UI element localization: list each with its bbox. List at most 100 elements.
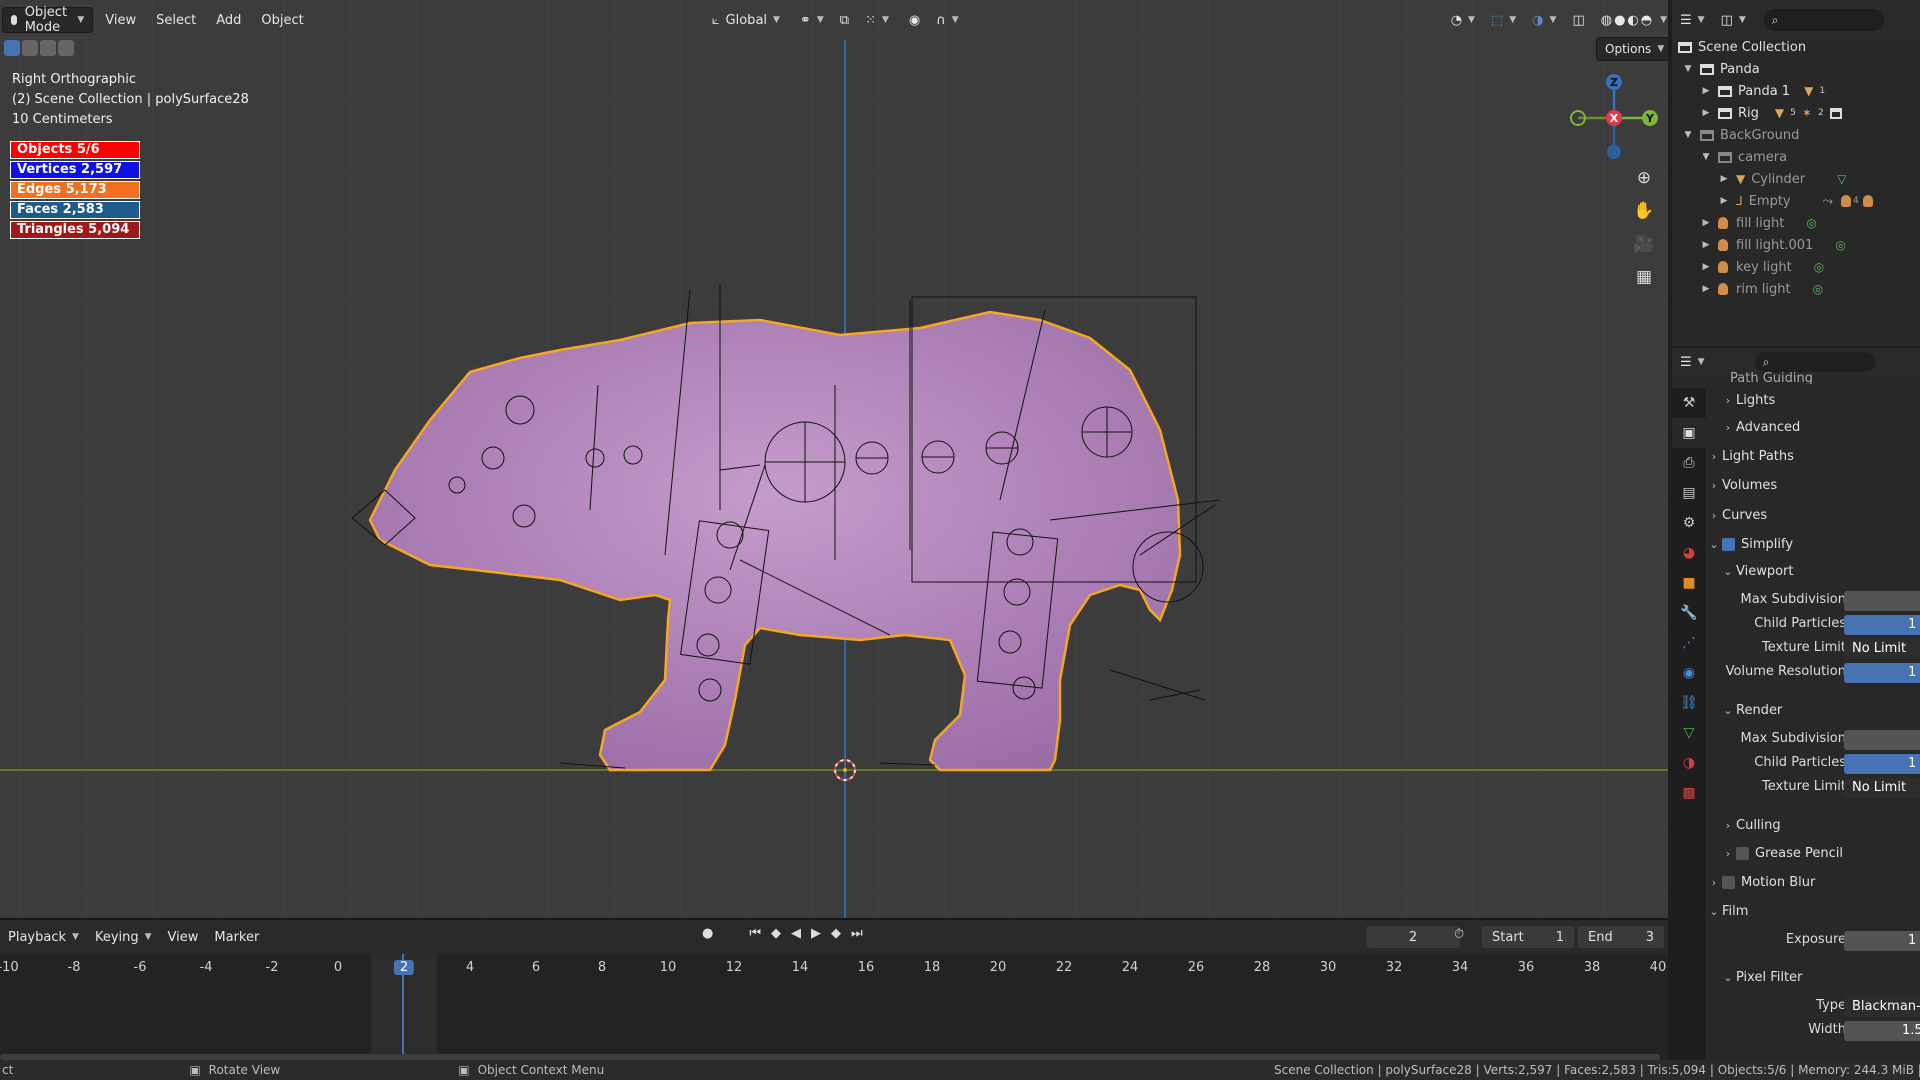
outliner-row-camera[interactable]: ▼ camera (1672, 146, 1920, 168)
panel-advanced[interactable]: › Advanced (1706, 415, 1920, 439)
outliner-row-fill-light[interactable]: ▶ fill light ◎ (1672, 212, 1920, 234)
modifier-tab-icon[interactable]: 🔧 (1672, 598, 1706, 628)
data-tab-icon[interactable]: ▽ (1672, 718, 1706, 748)
expand-right-icon[interactable]: ▶ (1718, 174, 1730, 184)
expand-down-icon[interactable]: ▼ (1682, 130, 1694, 140)
menu-view[interactable]: View (97, 7, 144, 33)
properties-search[interactable]: ⌕ (1754, 352, 1875, 372)
visibility-icon[interactable]: ◔ ▼ (1443, 7, 1483, 33)
navigation-gizmo[interactable]: Z Y X (1562, 70, 1662, 170)
expand-right-icon[interactable]: ▶ (1700, 108, 1712, 118)
expand-right-icon[interactable]: ▶ (1700, 86, 1712, 96)
menu-object[interactable]: Object (253, 7, 311, 33)
select-subtract-icon[interactable] (40, 40, 56, 56)
outliner-row-panda1[interactable]: ▶ Panda 1 ▼ 1 (1672, 80, 1920, 102)
outliner-panel[interactable]: ☰ ▼ ◫ ▼ ⌕ Scene Collection ▼ Panda ▶ Panda 1… (1672, 0, 1920, 346)
simplify-checkbox[interactable] (1722, 537, 1735, 551)
render-child-particles-slider[interactable]: 1 (1844, 754, 1920, 774)
world-tab-icon[interactable]: ◕ (1672, 538, 1706, 568)
pivot-point-icon[interactable]: ⚭ ▼ (792, 7, 832, 33)
expand-right-icon[interactable]: ▶ (1700, 218, 1712, 228)
expand-down-icon[interactable]: ▼ (1700, 152, 1712, 162)
gizmo-toggle-icon[interactable]: ⬚ ▼ (1483, 7, 1524, 33)
transform-orientation-dropdown[interactable]: ⟀ Global ▼ (704, 7, 788, 33)
outliner-row-scene-collection[interactable]: Scene Collection (1672, 36, 1920, 58)
proportional-edit-icon[interactable]: ◉ (901, 7, 928, 33)
grid-perspective-icon[interactable]: ▦ (1631, 264, 1657, 290)
view-layer-tab-icon[interactable]: ▤ (1672, 478, 1706, 508)
outliner-row-background[interactable]: ▼ BackGround (1672, 124, 1920, 146)
object-tab-icon[interactable]: ■ (1672, 568, 1706, 598)
expand-right-icon[interactable]: ▶ (1718, 196, 1730, 206)
frame-ruler[interactable]: -10-8-6-4-202468101214161820222426283032… (0, 920, 1668, 990)
texture-tab-icon[interactable]: ▩ (1672, 778, 1706, 808)
outliner-row-rim-light[interactable]: ▶ rim light ◎ (1672, 278, 1920, 300)
expand-right-icon[interactable]: ▶ (1700, 240, 1712, 250)
shading-mode-icons[interactable]: ◍●◐◓ ▼ (1593, 7, 1668, 33)
xray-toggle-icon[interactable]: ◫ (1564, 7, 1592, 33)
outliner-row-rig[interactable]: ▶ Rig ▼ 5 ✶ 2 (1672, 102, 1920, 124)
outliner-search[interactable]: ⌕ (1763, 9, 1884, 31)
motion-blur-checkbox[interactable] (1722, 875, 1735, 889)
constraints-tab-icon[interactable]: ⛓ (1672, 688, 1706, 718)
pixel-filter-type-dropdown[interactable]: Blackman-Harris (1844, 997, 1920, 1017)
max-subdivision-field[interactable] (1844, 591, 1920, 611)
expand-right-icon[interactable]: ▶ (1700, 262, 1712, 272)
texture-limit-dropdown[interactable]: No Limit (1844, 639, 1920, 659)
pixel-filter-width-field[interactable]: 1.5 (1844, 1021, 1920, 1041)
select-intersect-icon[interactable] (58, 40, 74, 56)
mode-selector[interactable]: Object Mode ▼ (2, 5, 94, 35)
tool-tab-icon[interactable]: ⚒ (1672, 388, 1706, 418)
render-texture-limit-dropdown[interactable]: No Limit (1844, 778, 1920, 798)
render-max-subdivision-field[interactable] (1844, 730, 1920, 750)
outliner-row-panda[interactable]: ▼ Panda (1672, 58, 1920, 80)
panel-volumes[interactable]: › Volumes (1706, 473, 1920, 497)
scene-tab-icon[interactable]: ⚙ (1672, 508, 1706, 538)
expand-down-icon[interactable]: ▼ (1682, 64, 1694, 74)
3d-viewport[interactable]: Object Mode ▼ View Select Add Object ⟀ Gl… (0, 0, 1668, 918)
particles-tab-icon[interactable]: ⋰ (1672, 628, 1706, 658)
timeline-editor[interactable]: Playback ▼ Keying ▼ View Marker ● ⏮ ◆ ◀ ▶ … (0, 918, 1668, 1060)
grease-pencil-checkbox[interactable] (1736, 846, 1749, 860)
display-mode-icon[interactable]: ◫ ▼ (1713, 7, 1754, 33)
overlay-toggle-icon[interactable]: ◑ ▼ (1524, 7, 1564, 33)
subpanel-viewport[interactable]: ⌄ Viewport (1706, 559, 1920, 583)
falloff-icon[interactable]: ∩ ▼ (928, 7, 966, 33)
camera-view-icon[interactable]: 🎥 (1631, 231, 1657, 257)
output-tab-icon[interactable]: ⎙ (1672, 448, 1706, 478)
exposure-field[interactable]: 1 (1844, 931, 1920, 951)
panel-path-guiding[interactable]: Path Guiding (1706, 372, 1920, 384)
snap-element-icon[interactable]: ⁙ ▼ (857, 7, 897, 33)
viewport-canvas[interactable] (0, 0, 1668, 918)
subpanel-culling[interactable]: › Culling (1706, 813, 1920, 837)
volume-resolution-slider[interactable]: 1 (1844, 663, 1920, 683)
selection-mode-icons[interactable] (4, 40, 74, 56)
child-particles-slider[interactable]: 1 (1844, 615, 1920, 635)
zoom-icon[interactable]: ⊕ (1631, 165, 1657, 191)
material-tab-icon[interactable]: ◑ (1672, 748, 1706, 778)
panel-curves[interactable]: › Curves (1706, 503, 1920, 527)
subpanel-pixel-filter[interactable]: ⌄ Pixel Filter (1706, 965, 1920, 989)
panel-motion-blur[interactable]: › Motion Blur (1706, 870, 1920, 894)
render-tab-icon[interactable]: ▣ (1672, 418, 1706, 448)
panel-film[interactable]: ⌄ Film (1706, 899, 1920, 923)
snap-toggle-icon[interactable]: ⧉ (832, 7, 857, 33)
editor-type-icon[interactable]: ☰ ▼ (1672, 7, 1713, 33)
expand-right-icon[interactable]: ▶ (1700, 284, 1712, 294)
outliner-row-empty[interactable]: ▶ ⅃ Empty ⤳ 4 (1672, 190, 1920, 212)
subpanel-render[interactable]: ⌄ Render (1706, 698, 1920, 722)
subpanel-grease-pencil[interactable]: › Grease Pencil (1706, 841, 1920, 865)
menu-select[interactable]: Select (148, 7, 204, 33)
menu-add[interactable]: Add (208, 7, 249, 33)
panel-lights[interactable]: › Lights (1706, 388, 1920, 412)
panel-light-paths[interactable]: › Light Paths (1706, 444, 1920, 468)
panel-simplify[interactable]: ⌄ Simplify (1706, 532, 1920, 556)
outliner-row-cylinder[interactable]: ▶ ▼ Cylinder ▽ (1672, 168, 1920, 190)
physics-tab-icon[interactable]: ◉ (1672, 658, 1706, 688)
select-extend-icon[interactable] (22, 40, 38, 56)
outliner-row-fill-light-001[interactable]: ▶ fill light.001 ◎ (1672, 234, 1920, 256)
options-dropdown[interactable]: Options ▼ (1596, 37, 1668, 61)
outliner-row-key-light[interactable]: ▶ key light ◎ (1672, 256, 1920, 278)
properties-panel[interactable]: ☰ ▼ ⌕ ⚒ ▣ ⎙ ▤ ⚙ ◕ ■ 🔧 ⋰ ◉ ⛓ ▽ ◑ ▩ Path Gu… (1672, 348, 1920, 1060)
select-new-icon[interactable] (4, 40, 20, 56)
